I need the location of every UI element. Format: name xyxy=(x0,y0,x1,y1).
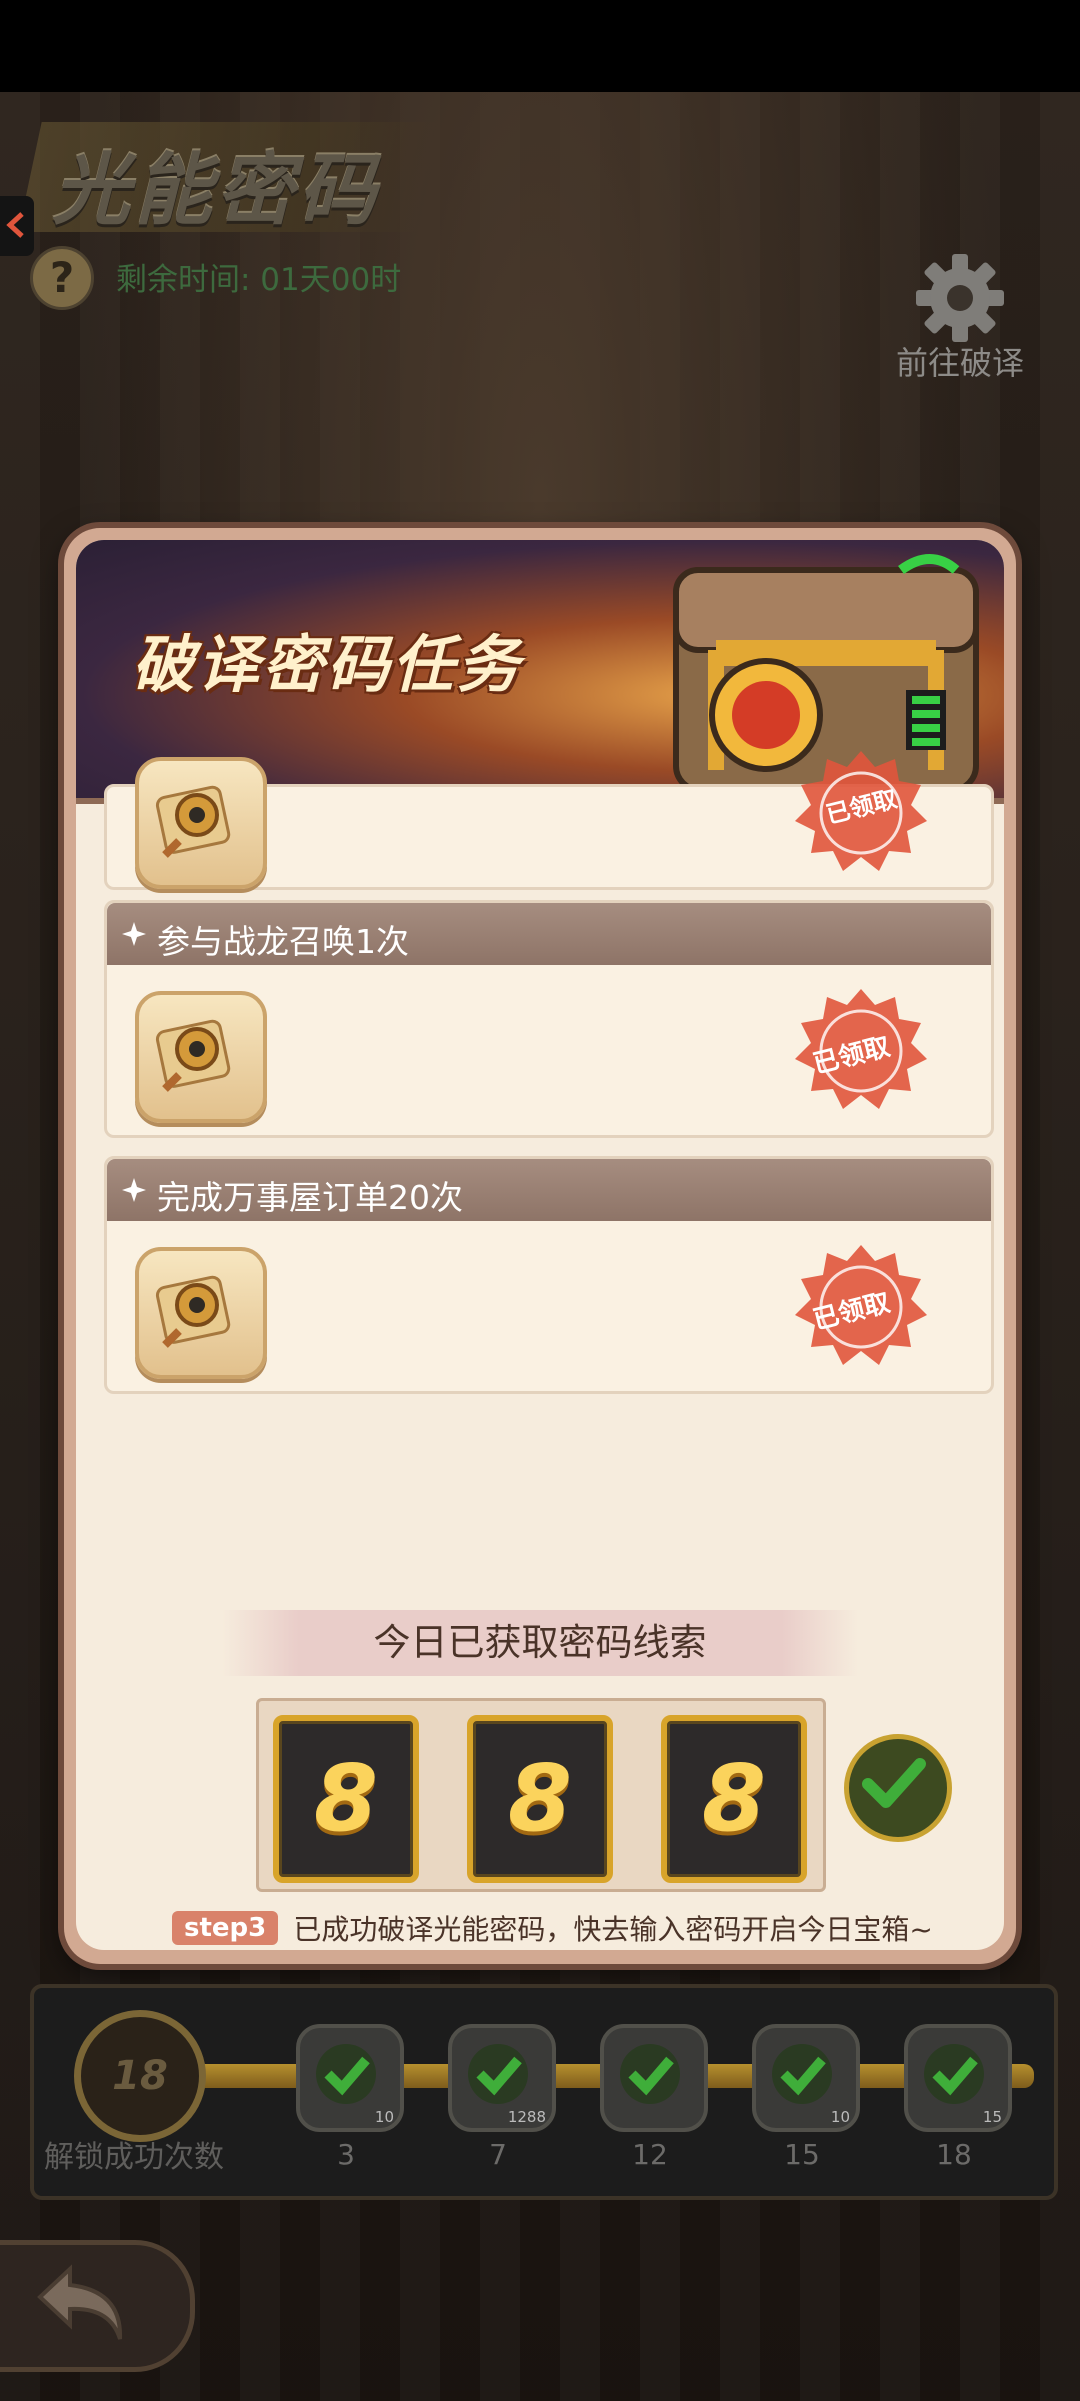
step-hint: step3 已成功破译光能密码，快去输入密码开启今日宝箱~ xyxy=(172,1908,933,1948)
sparkle-icon xyxy=(122,1178,146,1202)
check-icon xyxy=(620,2044,680,2104)
task-card: 已领取 xyxy=(104,751,994,890)
back-button[interactable] xyxy=(0,2240,195,2372)
modal-title: 破译密码任务 xyxy=(132,628,523,701)
check-icon xyxy=(316,2044,376,2104)
decode-task-modal: 破译密码任务 已领取 参与战龙召唤1次 已领取 完成万事屋订单20次 已领取 今… xyxy=(64,528,1016,1964)
side-tab[interactable] xyxy=(0,196,34,256)
milestone-num: 12 xyxy=(632,2138,668,2171)
milestone-qty: 10 xyxy=(374,2108,394,2126)
milestone-reward[interactable]: 15 xyxy=(904,2024,1012,2132)
sparkle-icon xyxy=(122,922,146,946)
unlock-count: 18 xyxy=(74,2010,206,2142)
back-arrow-icon xyxy=(37,2264,123,2340)
milestone-qty: 15 xyxy=(982,2108,1002,2126)
code-digit: 8 xyxy=(661,1715,807,1883)
check-icon xyxy=(772,2044,832,2104)
step-badge: step3 xyxy=(172,1911,279,1945)
item-icon xyxy=(135,991,267,1123)
milestone-num: 7 xyxy=(489,2138,507,2171)
milestone-reward[interactable]: 1288 xyxy=(448,2024,556,2132)
clue-panel: 今日已获取密码线索 8 8 8 step3 已成功破译光能密码，快去输入密码开启… xyxy=(92,1610,988,1950)
item-icon xyxy=(135,757,267,889)
go-decode-label: 前往破译 xyxy=(895,344,1024,382)
decoder-item-icon xyxy=(155,1275,231,1348)
step-text: 已成功破译光能密码，快去输入密码开启今日宝箱~ xyxy=(293,1913,933,1946)
milestone-num: 18 xyxy=(936,2138,972,2171)
code-digit: 8 xyxy=(467,1715,613,1883)
clue-title: 今日已获取密码线索 xyxy=(373,1621,707,1664)
milestone-reward[interactable]: 10 xyxy=(752,2024,860,2132)
remaining-time: 剩余时间: 01天00时 xyxy=(116,262,402,298)
check-icon xyxy=(468,2044,528,2104)
milestone-qty: 10 xyxy=(830,2108,850,2126)
code-box: 8 8 8 xyxy=(256,1698,826,1892)
status-bar xyxy=(0,0,1080,92)
gear-icon xyxy=(916,254,1004,342)
task-title: 完成万事屋订单20次 xyxy=(157,1178,463,1217)
milestone-num: 3 xyxy=(337,2138,355,2171)
milestone-reward[interactable]: 10 xyxy=(296,2024,404,2132)
task-title: 参与战龙召唤1次 xyxy=(157,922,409,961)
milestone-qty: 1288 xyxy=(507,2108,546,2126)
unlock-progress: 18 解锁成功次数 10 3 1288 7 12 10 15 15 18 xyxy=(30,1984,1058,2200)
code-digit: 8 xyxy=(273,1715,419,1883)
progress-track xyxy=(154,2064,1034,2088)
milestone-num: 15 xyxy=(784,2138,820,2171)
unlock-count-label: 解锁成功次数 xyxy=(44,2140,224,2175)
chevron-left-icon xyxy=(6,212,24,238)
item-icon xyxy=(135,1247,267,1379)
go-decode-button[interactable]: 前往破译 xyxy=(890,248,1030,382)
check-icon xyxy=(924,2044,984,2104)
progress-fill xyxy=(154,2064,1034,2088)
page-title: 光能密码 xyxy=(52,146,381,236)
decoded-check-icon xyxy=(844,1734,952,1842)
help-icon[interactable]: ? xyxy=(30,246,94,310)
decoder-item-icon xyxy=(155,1019,231,1092)
task-card: 参与战龙召唤1次 已领取 xyxy=(104,900,994,1138)
task-card: 完成万事屋订单20次 已领取 xyxy=(104,1156,994,1394)
milestone-reward[interactable] xyxy=(600,2024,708,2132)
decoder-item-icon xyxy=(155,785,231,858)
